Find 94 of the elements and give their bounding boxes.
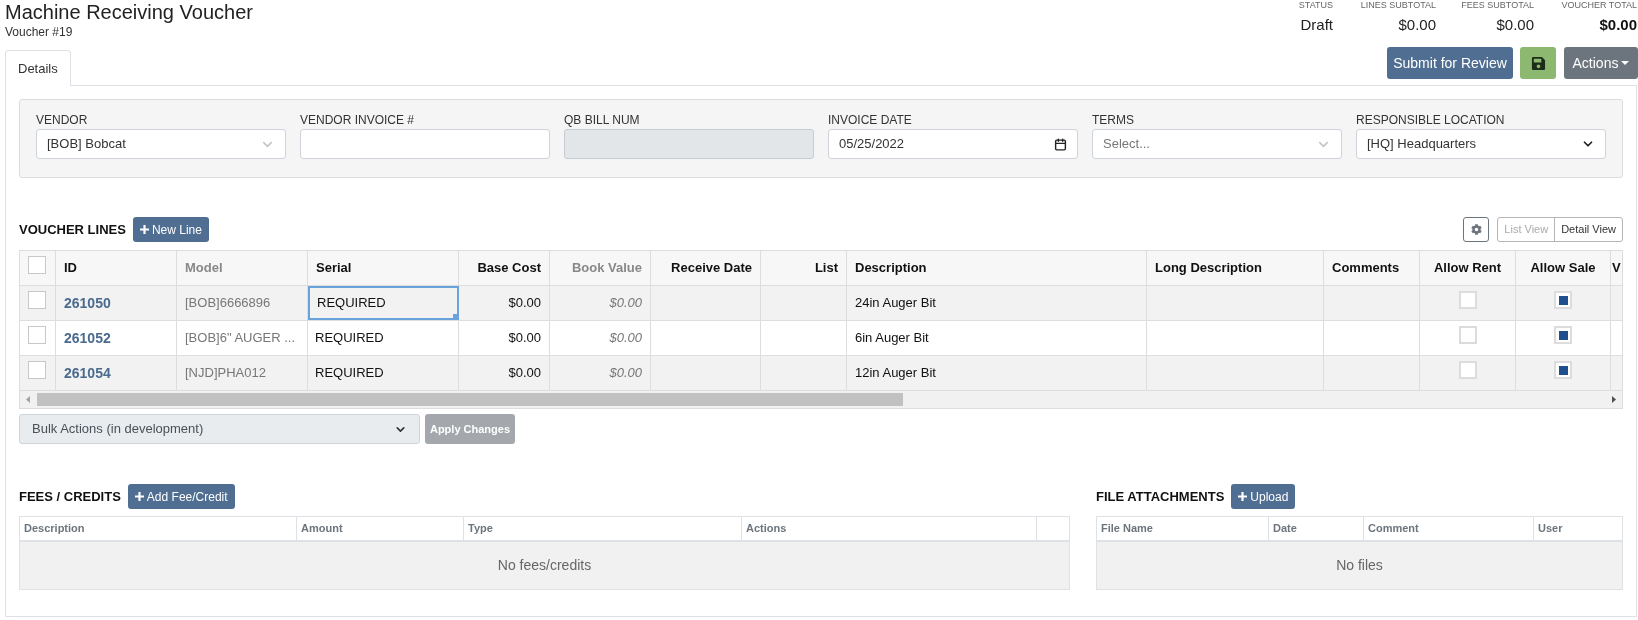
summary-label: VOUCHER TOTAL <box>1561 0 1637 11</box>
scrollbar-track[interactable] <box>20 391 1622 408</box>
checkbox[interactable] <box>1554 326 1572 344</box>
field-label: RESPONSIBLE LOCATION <box>1356 112 1506 128</box>
summary-value: $0.00 <box>1496 15 1534 35</box>
field-label: QB BILL NUM <box>564 112 641 128</box>
id-link[interactable]: 261052 <box>64 327 111 349</box>
combo-box[interactable]: [BOB] Bobcat <box>36 129 286 159</box>
table-cell: [NJD]PHA012 <box>177 356 308 390</box>
row-checkbox[interactable] <box>28 361 46 379</box>
column-header[interactable]: Comments <box>1324 251 1420 285</box>
section-title: FEES / CREDITS <box>19 487 121 506</box>
summary-value: $0.00 <box>1398 15 1436 35</box>
plus-icon <box>139 225 149 234</box>
column-header[interactable]: Receive Date <box>651 251 761 285</box>
field-label: VENDOR <box>36 112 89 128</box>
field-label: TERMS <box>1092 112 1135 128</box>
section-title: FILE ATTACHMENTS <box>1096 487 1225 506</box>
summary-value: $0.00 <box>1599 15 1637 35</box>
column-header[interactable]: ID <box>56 251 177 285</box>
checkbox[interactable] <box>1554 291 1572 309</box>
actions-button[interactable]: Actions <box>1564 47 1638 79</box>
summary-label: FEES SUBTOTAL <box>1461 0 1534 11</box>
row-checkbox[interactable] <box>28 326 46 344</box>
id-link[interactable]: 261054 <box>64 362 111 384</box>
upload-button[interactable]: Upload <box>1231 484 1296 509</box>
table-cell[interactable]: REQUIRED <box>308 321 459 355</box>
checkbox[interactable] <box>1458 361 1477 379</box>
voucher-number: Voucher #19 <box>5 25 74 39</box>
details-tab[interactable]: Details <box>5 50 71 86</box>
settings-button[interactable] <box>1463 217 1490 242</box>
summary-label: STATUS <box>1298 0 1333 11</box>
column-header[interactable]: Allow Rent <box>1420 251 1516 285</box>
page-title: Machine Receiving Voucher <box>5 0 253 24</box>
fill-handle-icon[interactable] <box>453 314 459 320</box>
column-header: Description <box>20 517 297 540</box>
view-option[interactable]: Detail View <box>1554 218 1622 241</box>
column-header: Date <box>1269 517 1364 540</box>
scroll-left-icon[interactable] <box>26 396 30 403</box>
row-checkbox[interactable] <box>28 291 46 309</box>
section-title: VOUCHER LINES <box>19 220 126 239</box>
column-header[interactable]: Description <box>847 251 1147 285</box>
column-header: Actions <box>742 517 1037 540</box>
settings-icon <box>1470 224 1482 235</box>
select-field[interactable]: [HQ] Headquarters <box>1356 129 1606 159</box>
field-label: VENDOR INVOICE # <box>300 112 416 128</box>
empty-message: No fees/credits <box>497 556 592 575</box>
column-header[interactable]: Allow Sale <box>1516 251 1611 285</box>
table-cell: 24in Auger Bit <box>847 286 1147 320</box>
column-header[interactable]: Long Description <box>1147 251 1324 285</box>
table-cell: $0.00 <box>550 321 651 355</box>
column-header: Type <box>464 517 742 540</box>
table-cell: $0.00 <box>550 286 651 320</box>
table-cell: $0.00 <box>459 286 550 320</box>
empty-message: No files <box>1336 556 1383 575</box>
table-cell: $0.00 <box>459 356 550 390</box>
date-field[interactable]: 05/25/2022 <box>828 129 1078 159</box>
table-cell: $0.00 <box>550 356 651 390</box>
table-cell: 12in Auger Bit <box>847 356 1147 390</box>
checkbox[interactable] <box>1458 291 1477 309</box>
column-header: File Name <box>1097 517 1269 540</box>
bulk-actions-select[interactable]: Bulk Actions (in development) <box>19 414 420 444</box>
combo-box[interactable]: Select... <box>1092 129 1342 159</box>
table-cell: [BOB]6" AUGER ... <box>177 321 308 355</box>
table-cell[interactable]: REQUIRED <box>308 356 459 390</box>
column-header[interactable]: Serial <box>308 251 459 285</box>
summary-value: Draft <box>1300 15 1333 35</box>
new-line-button[interactable]: New Line <box>132 217 209 242</box>
text-field[interactable] <box>300 129 550 159</box>
save-button[interactable] <box>1520 47 1556 79</box>
plus-icon <box>134 492 144 501</box>
summary-label: LINES SUBTOTAL <box>1360 0 1436 11</box>
column-header: Amount <box>297 517 464 540</box>
checkbox[interactable] <box>1554 361 1572 379</box>
table-cell: 6in Auger Bit <box>847 321 1147 355</box>
submit-button[interactable]: Submit for Review <box>1387 47 1513 79</box>
scroll-right-icon[interactable] <box>1612 396 1616 403</box>
add-fee-button[interactable]: Add Fee/Credit <box>127 484 235 509</box>
column-header: Comment <box>1364 517 1534 540</box>
table-cell: [BOB]6666896 <box>177 286 308 320</box>
scrollbar-thumb[interactable] <box>37 393 903 406</box>
id-link[interactable]: 261050 <box>64 292 111 314</box>
column-header: V <box>1611 259 1622 278</box>
calendar-icon <box>1054 137 1067 151</box>
plus-icon <box>1238 492 1248 501</box>
column-header[interactable]: Base Cost <box>459 251 550 285</box>
select-all-checkbox[interactable] <box>28 256 46 274</box>
table-cell[interactable]: REQUIRED <box>308 286 459 320</box>
field-label: INVOICE DATE <box>828 112 913 128</box>
caret-icon <box>1621 61 1630 65</box>
checkbox[interactable] <box>1458 326 1477 344</box>
column-header: User <box>1537 521 1564 537</box>
column-header[interactable]: List <box>761 251 847 285</box>
table-cell: $0.00 <box>459 321 550 355</box>
